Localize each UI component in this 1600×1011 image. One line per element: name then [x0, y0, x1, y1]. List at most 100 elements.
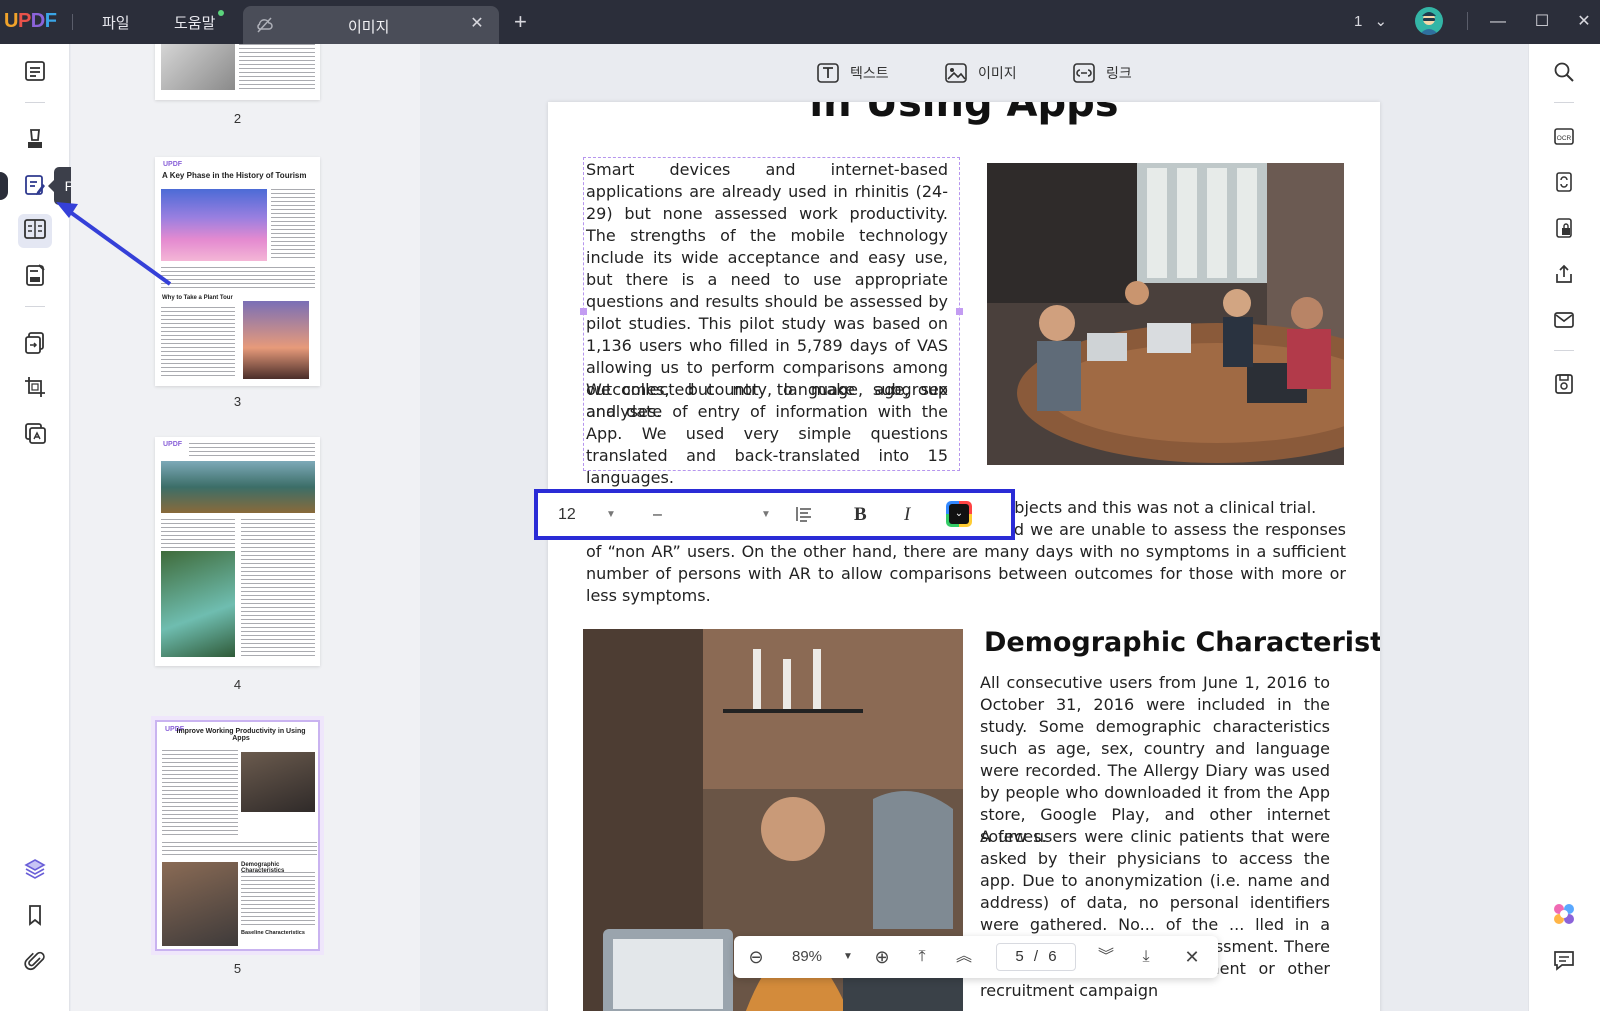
title-separator: [72, 14, 73, 30]
image-tool-icon: [945, 63, 967, 83]
window-separator: [1467, 12, 1468, 30]
thumbnail-page-5[interactable]: UPDF Improve Working Productivity in Usi…: [155, 720, 320, 951]
zoom-dropdown-icon[interactable]: ▼: [840, 936, 856, 978]
thumbnail-number: 2: [233, 111, 242, 126]
thumbnail-text: [161, 307, 235, 379]
search-icon[interactable]: [1552, 60, 1576, 84]
thumbnail-page-3[interactable]: UPDF A Key Phase in the History of Touri…: [155, 157, 320, 386]
text-tool-icon: [817, 63, 839, 83]
chevron-down-icon: ⌄: [949, 504, 969, 524]
previous-page-icon[interactable]: ︽: [952, 936, 976, 978]
thumbnail-footer: Baseline Characteristics: [241, 930, 305, 936]
email-icon[interactable]: [1552, 308, 1576, 332]
thumbnail-text: [241, 519, 315, 657]
section-title[interactable]: Demographic Characteristics: [984, 627, 1380, 658]
toolbar-separator: [1554, 102, 1574, 103]
protect-icon[interactable]: [1552, 216, 1576, 240]
zoom-toolbar: ⊖ 89% ▼ ⊕ ⤒ ︽ 5 / 6 ︾ ⤓ ✕: [734, 936, 1218, 978]
thumbnail-image: [162, 862, 238, 946]
edit-pdf-icon[interactable]: [22, 172, 48, 198]
toolbar-separator: [1554, 350, 1574, 351]
thumbnail-page-2[interactable]: [155, 44, 320, 100]
convert-icon[interactable]: [22, 330, 48, 356]
thumbnail-heading: A Key Phase in the History of Tourism: [162, 171, 307, 180]
comment-icon[interactable]: [22, 126, 48, 152]
thumbnail-text: [162, 842, 317, 858]
zoom-in-icon[interactable]: ⊕: [870, 936, 894, 978]
thumbnail-logo: UPDF: [163, 441, 183, 448]
thumbnail-text: [161, 267, 315, 291]
share-icon[interactable]: [1552, 262, 1576, 286]
thumbnail-image: [241, 752, 315, 812]
document-tab[interactable]: 이미지 ✕: [243, 6, 499, 44]
right-toolbar: OCR: [1528, 44, 1600, 1011]
align-left-icon[interactable]: [794, 493, 820, 536]
text-tool-button[interactable]: 텍스트: [816, 60, 889, 86]
zoom-out-icon[interactable]: ⊖: [744, 936, 768, 978]
tab-close-icon[interactable]: ✕: [467, 14, 487, 34]
thumbnail-text: [271, 189, 315, 261]
thumbnail-image: [161, 44, 235, 90]
bookmark-icon[interactable]: [22, 902, 48, 928]
ocr-icon[interactable]: OCR: [1552, 124, 1576, 148]
italic-button[interactable]: I: [904, 493, 928, 536]
dropdown-arrow-icon: ▼: [606, 509, 616, 520]
link-tool-button[interactable]: 링크: [1072, 60, 1132, 86]
thumbnail-text: [161, 519, 235, 549]
chat-icon[interactable]: [1552, 948, 1576, 972]
update-dot: [218, 10, 224, 16]
next-page-icon[interactable]: ︾: [1094, 936, 1118, 978]
text-color-button[interactable]: ⌄: [946, 493, 974, 536]
page-select[interactable]: 1 ⌄: [1354, 12, 1387, 30]
zoom-level[interactable]: 89%: [784, 936, 830, 978]
reader-icon[interactable]: [22, 58, 48, 84]
ocr-icon[interactable]: [22, 420, 48, 446]
thumbnail-text: [189, 443, 315, 457]
thumbnail-image: [243, 301, 309, 379]
updf-logo: UPDF: [4, 10, 57, 32]
thumbnail-text: [239, 44, 315, 92]
close-zoom-bar-icon[interactable]: ✕: [1180, 936, 1204, 978]
close-icon[interactable]: ✕: [1570, 8, 1598, 36]
paragraph-collection[interactable]: We collected country, language, age, sex…: [586, 379, 948, 489]
avatar[interactable]: [1415, 7, 1443, 35]
thumbnail-number: 3: [233, 394, 242, 409]
crop-icon[interactable]: [22, 374, 48, 400]
save-icon[interactable]: [1552, 372, 1576, 396]
layers-icon[interactable]: [22, 856, 48, 882]
convert-icon[interactable]: [1552, 170, 1576, 194]
thumbnail-text: [162, 750, 238, 838]
font-size-select[interactable]: 12 ▼: [558, 493, 618, 536]
sidebar-collapse-handle[interactable]: [0, 172, 8, 200]
new-tab-icon[interactable]: +: [514, 9, 527, 35]
thumbnail-logo: UPDF: [163, 161, 183, 168]
thumbnail-image: [161, 461, 315, 513]
meeting-photo[interactable]: [987, 163, 1344, 465]
thumbnail-panel: 2 UPDF A Key Phase in the History of Tou…: [71, 44, 420, 1011]
ai-assistant-icon[interactable]: [1552, 902, 1576, 926]
page-title: in Using Apps: [809, 102, 1119, 126]
thumbnail-subheading: Why to Take a Plant Tour: [162, 295, 233, 301]
paragraph-demographics[interactable]: All consecutive users from June 1, 2016 …: [980, 672, 1330, 848]
attachment-icon[interactable]: [22, 948, 48, 974]
thumbnail-text: [241, 872, 315, 928]
first-page-icon[interactable]: ⤒: [910, 936, 934, 978]
resize-handle-right[interactable]: [956, 308, 963, 315]
maximize-icon[interactable]: ☐: [1528, 8, 1556, 36]
image-tool-button[interactable]: 이미지: [944, 60, 1017, 86]
page-number-input[interactable]: 5 / 6: [996, 943, 1076, 971]
link-tool-icon: [1073, 63, 1095, 83]
bold-button[interactable]: B: [854, 493, 878, 536]
title-bar: UPDF 파일 도움말 이미지 ✕ + 1 ⌄ — ☐ ✕: [0, 0, 1600, 44]
organize-icon[interactable]: [22, 216, 48, 242]
font-family-select[interactable]: – ▼: [653, 493, 773, 536]
menu-help[interactable]: 도움말: [174, 12, 215, 33]
thumbnail-number: 5: [233, 961, 242, 976]
svg-text:OCR: OCR: [1557, 135, 1572, 142]
form-icon[interactable]: [22, 262, 48, 288]
minimize-icon[interactable]: —: [1484, 8, 1512, 36]
chevron-down-icon: ⌄: [1374, 13, 1388, 30]
last-page-icon[interactable]: ⤓: [1134, 936, 1158, 978]
thumbnail-page-4[interactable]: UPDF: [155, 437, 320, 666]
menu-file[interactable]: 파일: [102, 12, 130, 33]
